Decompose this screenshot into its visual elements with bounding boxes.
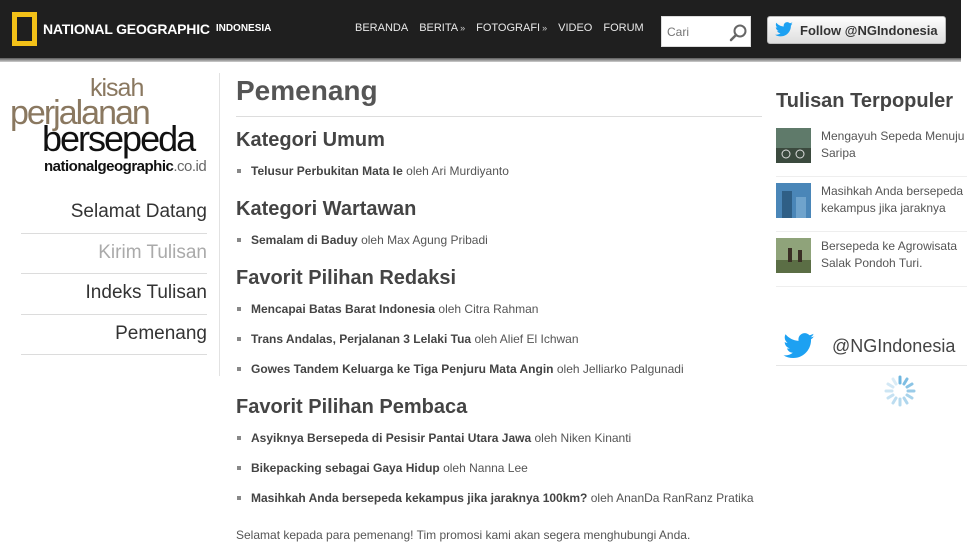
- list-item: Masihkah Anda bersepeda kekampus jika ja…: [236, 483, 762, 513]
- nav-video[interactable]: VIDEO: [558, 22, 592, 34]
- sidemenu-item-indeks-tulisan[interactable]: Indeks Tulisan: [21, 274, 207, 315]
- brand-domain: nationalgeographic.co.id: [44, 158, 207, 175]
- list-item: Bikepacking sebagai Gaya Hidup oleh Nann…: [236, 453, 762, 483]
- sidemenu-item-pemenang[interactable]: Pemenang: [21, 315, 207, 355]
- entry-author: oleh Nanna Lee: [443, 461, 528, 475]
- entry-author: oleh Max Agung Pribadi: [361, 233, 488, 247]
- nav-label: BERANDA: [355, 22, 409, 34]
- search-icon[interactable]: [729, 23, 749, 43]
- entry-title-link[interactable]: Mencapai Batas Barat Indonesia: [251, 302, 435, 316]
- popular-item-title[interactable]: Bersepeda ke Agrowisata Salak Pondoh Tur…: [821, 238, 967, 272]
- nav-label: VIDEO: [558, 22, 593, 34]
- nav-label: FORUM: [603, 22, 644, 34]
- top-bar: NATIONAL GEOGRAPHIC INDONESIA BERANDA BE…: [0, 0, 961, 58]
- side-menu: Selamat Datang Kirim Tulisan Indeks Tuli…: [21, 193, 207, 355]
- section-title: Favorit Pilihan Redaksi: [236, 267, 457, 289]
- entry-author: oleh Jelliarko Palgunadi: [556, 362, 684, 376]
- page-title: Pemenang: [236, 73, 762, 117]
- popular-item[interactable]: Masihkah Anda bersepeda kekampus jika ja…: [776, 177, 967, 232]
- nav-label: BERITA: [419, 22, 459, 34]
- section-title: Kategori Wartawan: [236, 198, 417, 220]
- twitter-handle[interactable]: @NGIndonesia: [832, 336, 955, 357]
- chevron-right-icon: »: [460, 23, 466, 33]
- follow-label: Follow @NGIndonesia: [800, 22, 938, 38]
- entry-author: oleh Citra Rahman: [438, 302, 539, 316]
- entry-title-link[interactable]: Bikepacking sebagai Gaya Hidup: [251, 461, 440, 475]
- sidebar-divider: [219, 73, 220, 376]
- section-title: Favorit Pilihan Pembaca: [236, 396, 468, 418]
- entry-title-link[interactable]: Asyiknya Bersepeda di Pesisir Pantai Uta…: [251, 431, 531, 445]
- logo-text: NATIONAL GEOGRAPHIC: [43, 21, 210, 37]
- list-item: Semalam di Baduy oleh Max Agung Pribadi: [236, 225, 762, 255]
- popular-item-title[interactable]: Masihkah Anda bersepeda kekampus jika ja…: [821, 183, 967, 217]
- logo-subtitle: INDONESIA: [215, 23, 272, 34]
- logo-yellow-frame: [12, 12, 37, 46]
- top-bar-shadow: [0, 58, 961, 62]
- brand-domain-tld: .co.id: [173, 158, 207, 175]
- entry-author: oleh Niken Kinanti: [534, 431, 632, 445]
- twitter-bird-icon: [775, 22, 793, 37]
- brand-bersepeda: bersepeda: [42, 118, 196, 159]
- site-logo[interactable]: NATIONAL GEOGRAPHIC INDONESIA: [12, 12, 271, 46]
- entry-title-link[interactable]: Gowes Tandem Keluarga ke Tiga Penjuru Ma…: [251, 362, 554, 376]
- search-box: [661, 16, 751, 47]
- main-nav: BERANDA BERITA» FOTOGRAFI» VIDEO FORUM: [355, 22, 655, 34]
- post-thumbnail[interactable]: [776, 238, 811, 273]
- winner-list: Telusur Perbukitan Mata Ie oleh Ari Murd…: [236, 156, 762, 186]
- winner-list: Semalam di Baduy oleh Max Agung Pribadi: [236, 225, 762, 255]
- list-item: Telusur Perbukitan Mata Ie oleh Ari Murd…: [236, 156, 762, 186]
- popular-posts: Tulisan Terpopuler Mengayuh Sepeda Menuj…: [776, 90, 967, 287]
- section-title: Kategori Umum: [236, 129, 385, 151]
- entry-author: oleh AnanDa RanRanz Pratika: [590, 491, 754, 505]
- twitter-follow-button[interactable]: Follow @NGIndonesia: [767, 16, 946, 44]
- loading-spinner-icon: [884, 375, 916, 407]
- popular-item[interactable]: Mengayuh Sepeda Menuju Saripa: [776, 122, 967, 177]
- entry-author: oleh Ari Murdiyanto: [406, 164, 509, 178]
- list-item: Mencapai Batas Barat Indonesia oleh Citr…: [236, 294, 762, 324]
- list-item: Gowes Tandem Keluarga ke Tiga Penjuru Ma…: [236, 354, 762, 384]
- popular-title: Tulisan Terpopuler: [776, 90, 954, 112]
- twitter-widget-header: @NGIndonesia: [776, 328, 967, 366]
- nav-forum[interactable]: FORUM: [603, 22, 643, 34]
- nav-berita[interactable]: BERITA»: [419, 22, 465, 34]
- post-thumbnail[interactable]: [776, 128, 811, 163]
- congrats-note: Selamat kepada para pemenang! Tim promos…: [236, 528, 691, 542]
- list-item: Asyiknya Bersepeda di Pesisir Pantai Uta…: [236, 423, 762, 453]
- entry-title-link[interactable]: Trans Andalas, Perjalanan 3 Lelaki Tua: [251, 332, 471, 346]
- sidemenu-item-kirim-tulisan[interactable]: Kirim Tulisan: [21, 234, 207, 274]
- post-thumbnail[interactable]: [776, 183, 811, 218]
- entry-title-link[interactable]: Telusur Perbukitan Mata Ie: [251, 164, 403, 178]
- popular-item[interactable]: Bersepeda ke Agrowisata Salak Pondoh Tur…: [776, 232, 967, 287]
- winner-list: Asyiknya Bersepeda di Pesisir Pantai Uta…: [236, 423, 762, 513]
- entry-title-link[interactable]: Semalam di Baduy: [251, 233, 358, 247]
- brand-domain-main: nationalgeographic: [44, 158, 174, 175]
- chevron-right-icon: »: [542, 23, 548, 33]
- list-item: Trans Andalas, Perjalanan 3 Lelaki Tua o…: [236, 324, 762, 354]
- kisah-perjalanan-logo[interactable]: kisah perjalanan bersepeda nationalgeogr…: [10, 74, 210, 180]
- nav-fotografi[interactable]: FOTOGRAFI»: [476, 22, 547, 34]
- popular-item-title[interactable]: Mengayuh Sepeda Menuju Saripa: [821, 128, 967, 162]
- twitter-bird-icon[interactable]: [782, 332, 816, 361]
- nav-label: FOTOGRAFI: [476, 22, 541, 34]
- nav-beranda[interactable]: BERANDA: [355, 22, 408, 34]
- search-input[interactable]: [667, 25, 722, 39]
- main-content: Pemenang Kategori Umum Telusur Perbukita…: [236, 73, 762, 513]
- sidemenu-item-selamat-datang[interactable]: Selamat Datang: [21, 193, 207, 234]
- entry-author: oleh Alief El Ichwan: [474, 332, 579, 346]
- winner-list: Mencapai Batas Barat Indonesia oleh Citr…: [236, 294, 762, 384]
- entry-title-link[interactable]: Masihkah Anda bersepeda kekampus jika ja…: [251, 491, 587, 505]
